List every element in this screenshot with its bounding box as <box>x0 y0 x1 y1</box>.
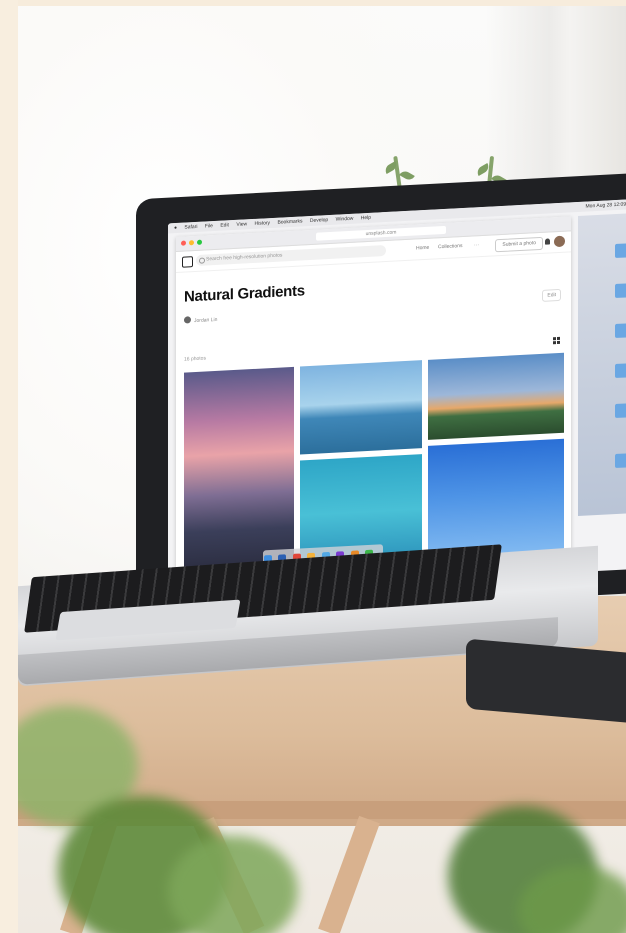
bell-icon[interactable] <box>545 238 550 245</box>
photo-thumbnail[interactable] <box>428 352 564 440</box>
menu-item[interactable]: Edit <box>220 222 229 228</box>
minimize-window-button[interactable] <box>189 240 194 246</box>
page-title: Natural Gradients <box>184 282 305 306</box>
apple-icon[interactable]: ● <box>174 225 177 231</box>
photo-scene: ● Safari File Edit View History Bookmark… <box>0 0 626 933</box>
desktop-folders <box>578 212 626 516</box>
menu-item[interactable]: History <box>254 220 270 227</box>
menu-item[interactable]: Help <box>361 215 371 222</box>
folder-icon[interactable] <box>615 453 626 469</box>
photo-thumbnail[interactable] <box>184 366 294 573</box>
nav-collections[interactable]: Collections <box>438 243 462 250</box>
menu-item[interactable]: Develop <box>310 217 328 224</box>
menu-item[interactable]: File <box>205 223 213 229</box>
photo-thumbnail[interactable] <box>300 360 422 455</box>
author-name[interactable]: Jordan Lin <box>194 317 217 324</box>
laptop-screen: ● Safari File Edit View History Bookmark… <box>168 198 626 594</box>
folder-icon[interactable] <box>615 283 626 299</box>
search-placeholder: Search free high-resolution photos <box>206 252 283 263</box>
camera-logo-icon[interactable] <box>182 256 193 268</box>
photo-count: 16 photos <box>184 355 206 363</box>
avatar[interactable] <box>554 235 565 248</box>
folder-icon[interactable] <box>615 363 626 379</box>
menu-item[interactable]: Safari <box>184 224 197 231</box>
menu-item[interactable]: Window <box>336 216 354 223</box>
browser-window: unsplash.com Search free high-resolution… <box>176 216 571 578</box>
edit-button[interactable]: Edit <box>542 288 561 302</box>
submit-photo-button[interactable]: Submit a photo <box>495 236 543 253</box>
foreground-plant <box>168 836 298 933</box>
nav-home[interactable]: Home <box>416 245 429 252</box>
menu-item[interactable]: View <box>236 221 247 228</box>
menubar-clock[interactable]: Mon Aug 28 12:09 PM <box>586 199 626 212</box>
desk-leg <box>318 815 380 933</box>
folder-icon[interactable] <box>615 403 626 419</box>
maximize-window-button[interactable] <box>197 239 202 245</box>
close-window-button[interactable] <box>181 240 186 246</box>
dark-tablet <box>466 638 626 724</box>
grid-view-icon[interactable] <box>553 336 561 345</box>
menu-item[interactable]: Bookmarks <box>277 218 302 225</box>
author-avatar[interactable] <box>184 316 191 324</box>
folder-icon[interactable] <box>615 243 626 259</box>
nav-more[interactable]: ··· <box>474 242 479 248</box>
search-icon <box>199 257 205 264</box>
folder-icon[interactable] <box>615 323 626 339</box>
cream-border <box>0 0 18 933</box>
photograph: ● Safari File Edit View History Bookmark… <box>18 6 626 933</box>
